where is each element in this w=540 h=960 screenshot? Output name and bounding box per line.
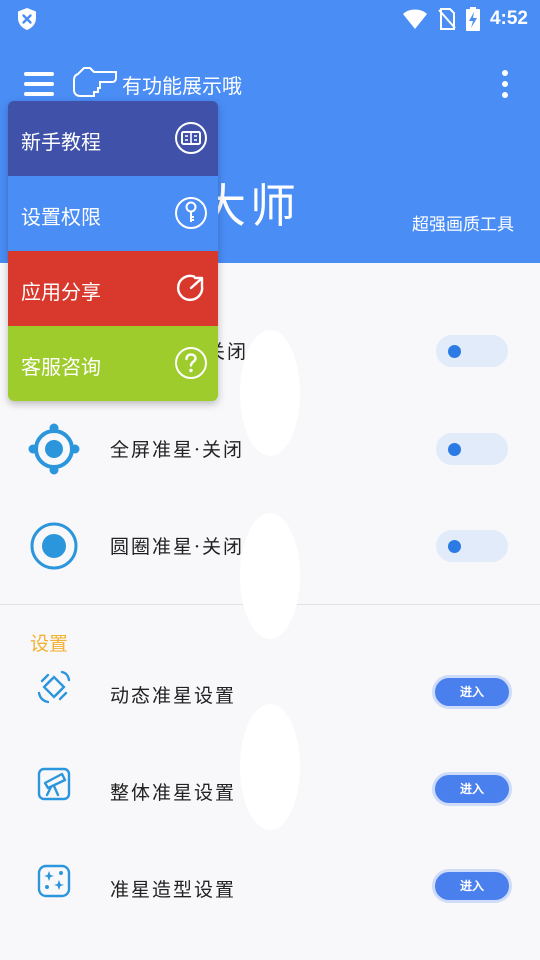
menu-item-share[interactable]: 应用分享: [8, 251, 218, 326]
menu-item-support[interactable]: 客服咨询: [8, 326, 218, 401]
sparkle-icon: [37, 864, 71, 898]
enter-button[interactable]: 进入: [432, 869, 512, 903]
decorative-oval: [240, 330, 300, 456]
settings-label: 准星造型设置: [110, 879, 237, 901]
menu-item-label: 客服咨询: [21, 355, 101, 379]
status-time: 4:52: [489, 8, 528, 29]
telescope-icon: [37, 767, 71, 801]
decorative-oval: [240, 513, 300, 639]
pointing-hand-icon: [73, 67, 117, 97]
menu-item-tutorial[interactable]: 新手教程: [8, 101, 218, 176]
menu-item-label: 应用分享: [21, 280, 101, 304]
help-icon: [175, 347, 207, 379]
settings-label: 整体准星设置: [110, 782, 237, 804]
book-icon: [175, 122, 207, 154]
toggle-switch[interactable]: [436, 530, 508, 562]
app-title: 有功能展示哦: [122, 74, 242, 98]
satellite-icon: [37, 670, 71, 704]
popup-menu: 新手教程 设置权限 应用分享 客服咨询: [8, 101, 218, 401]
enter-button[interactable]: 进入: [432, 675, 512, 709]
enter-button[interactable]: 进入: [432, 772, 512, 806]
key-icon: [175, 197, 207, 229]
shield-x-icon: [18, 8, 36, 30]
brand-subtitle: 超强画质工具: [412, 215, 514, 235]
decorative-oval: [240, 704, 300, 830]
more-options-button[interactable]: [500, 70, 510, 98]
share-icon: [176, 274, 204, 302]
settings-row: 准星造型设置 进入: [0, 841, 540, 937]
toggle-switch[interactable]: [436, 433, 508, 465]
toggle-label: 圆圈准星·关闭: [110, 536, 245, 558]
wifi-icon: [402, 9, 427, 29]
battery-charging-icon: [465, 7, 480, 31]
no-sim-icon: [438, 8, 456, 30]
menu-item-permissions[interactable]: 设置权限: [8, 176, 218, 251]
menu-button[interactable]: [24, 72, 56, 98]
toggle-label: 全屏准星·关闭: [110, 439, 245, 461]
menu-item-label: 新手教程: [21, 130, 101, 154]
settings-label: 动态准星设置: [110, 685, 237, 707]
status-bar: 4:52: [0, 0, 540, 38]
menu-item-label: 设置权限: [21, 205, 101, 229]
target-crosshair-icon: [28, 423, 80, 475]
circle-crosshair-icon: [30, 522, 78, 570]
toggle-switch[interactable]: [436, 335, 508, 367]
